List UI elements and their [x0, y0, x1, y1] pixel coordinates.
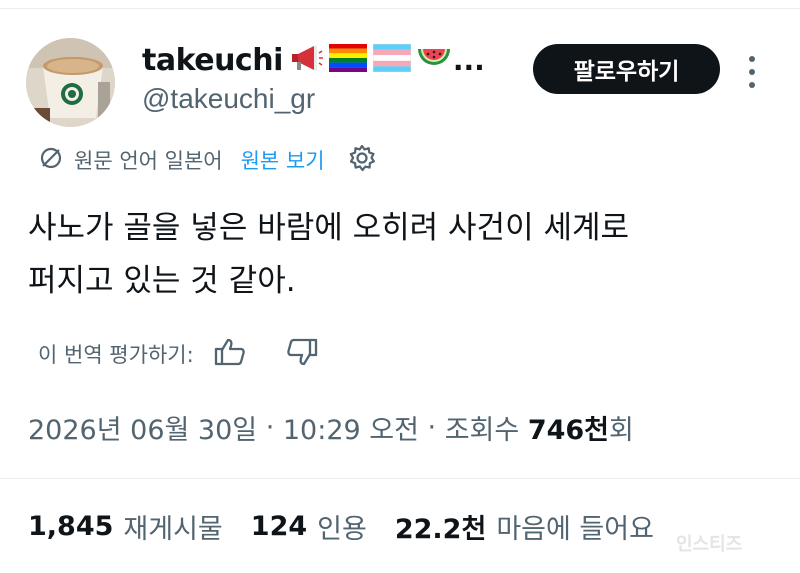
- megaphone-icon: [289, 43, 323, 77]
- author-handle[interactable]: @takeuchi_gr: [142, 83, 315, 115]
- views-count: 746천: [527, 415, 610, 446]
- thumbs-up-icon[interactable]: [214, 337, 246, 372]
- reposts-count[interactable]: 1,845: [28, 511, 113, 542]
- quotes-count[interactable]: 124: [251, 511, 307, 542]
- stats-divider: [0, 478, 800, 479]
- tweet-date[interactable]: 2026년 06월 30일: [28, 408, 257, 447]
- likes-label[interactable]: 마음에 들어요: [496, 507, 654, 546]
- rainbow-flag-icon: [328, 44, 367, 76]
- likes-count[interactable]: 22.2천: [395, 507, 486, 546]
- trans-flag-icon: [372, 43, 412, 76]
- tweet-text: 사노가 골을 넣은 바람에 오히려 사건이 세계로 퍼지고 있는 것 같아.: [28, 202, 773, 308]
- tweet-time[interactable]: 10:29 오전: [283, 408, 419, 447]
- follow-button[interactable]: 팔로우하기: [533, 44, 720, 94]
- more-options-icon[interactable]: [748, 55, 756, 89]
- translation-note: 원문 언어 일본어: [74, 149, 223, 173]
- meta-separator: ·: [257, 412, 283, 443]
- display-name[interactable]: takeuchi: [142, 43, 283, 78]
- watermelon-icon: [417, 43, 451, 77]
- tweet-text-line-1: 사노가 골을 넣은 바람에 오히려 사건이 세계로: [28, 210, 630, 246]
- author-name-row[interactable]: takeuchi ...: [142, 40, 485, 80]
- thumbs-down-icon[interactable]: [286, 337, 318, 372]
- coffee-cup-avatar-image: [26, 38, 115, 127]
- reposts-label[interactable]: 재게시물: [123, 507, 222, 546]
- rate-translation-label: 이 번역 평가하기:: [38, 343, 194, 367]
- tweet-meta: 2026년 06월 30일 · 10:29 오전 · 조회수 746천 회: [28, 408, 634, 447]
- translate-icon: [38, 145, 64, 176]
- site-watermark: 인스티즈: [676, 534, 743, 555]
- tweet-text-line-2: 퍼지고 있는 것 같아.: [28, 263, 296, 299]
- name-ellipsis: ...: [452, 43, 485, 77]
- gear-icon[interactable]: [347, 143, 377, 178]
- rate-translation-row: 이 번역 평가하기:: [38, 336, 318, 372]
- show-original-link[interactable]: 원본 보기: [241, 145, 325, 175]
- views-unit: 회: [609, 415, 634, 446]
- top-divider: [0, 8, 800, 9]
- quotes-label[interactable]: 인용: [317, 507, 367, 546]
- avatar[interactable]: [26, 38, 115, 127]
- translation-bar: 원문 언어 일본어 원본 보기: [38, 143, 377, 177]
- engagement-stats: 1,845 재게시물 124 인용 22.2천 마음에 들어요: [28, 507, 654, 546]
- meta-separator: ·: [418, 412, 445, 443]
- views-label: 조회수: [444, 415, 528, 446]
